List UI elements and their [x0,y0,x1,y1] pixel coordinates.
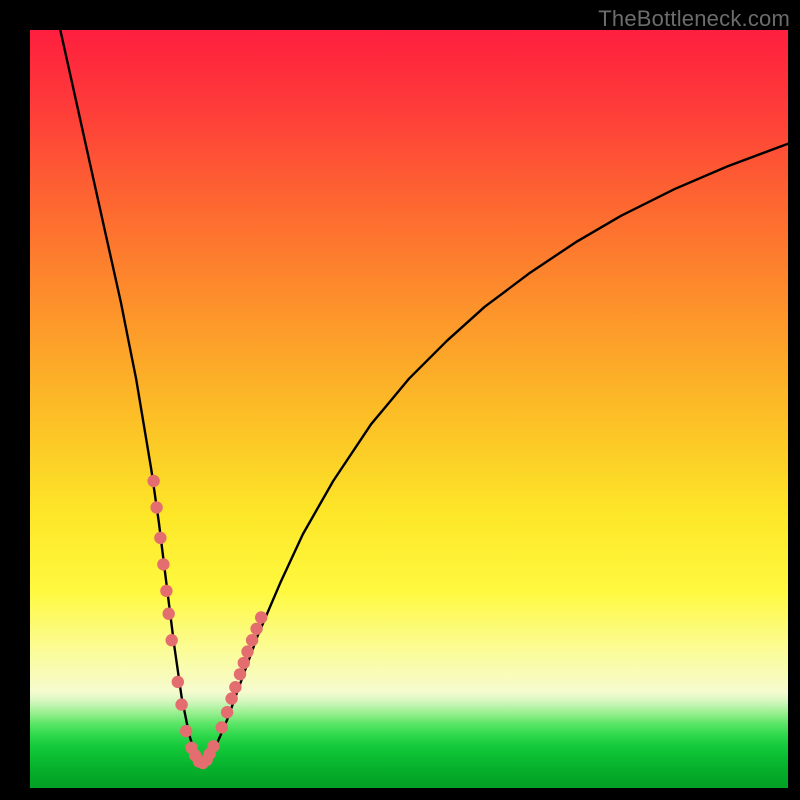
bottleneck-curve [60,30,788,764]
curve-markers [147,475,267,769]
plot-area [30,30,788,788]
chart-frame: TheBottleneck.com [0,0,800,800]
curve-layer [30,30,788,788]
watermark-text: TheBottleneck.com [598,6,790,32]
